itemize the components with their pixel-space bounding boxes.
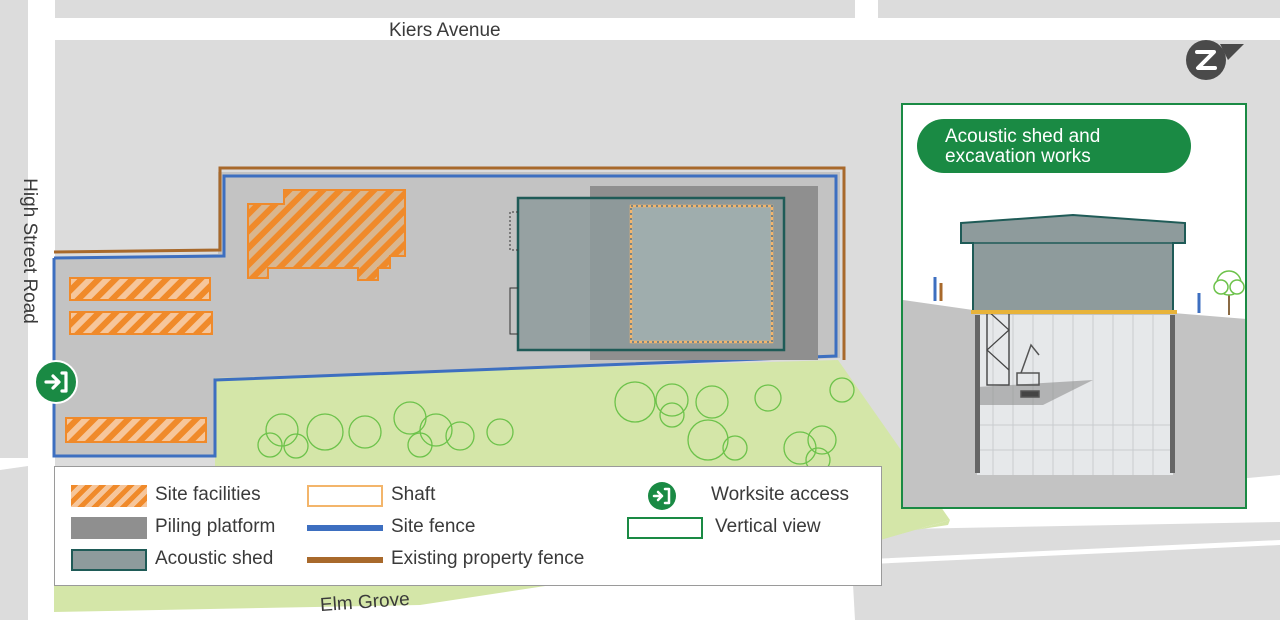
map-legend: Site facilities Piling platform Acoustic…	[54, 466, 882, 586]
legend-label: Worksite access	[711, 484, 849, 505]
worksite-access-icon	[648, 482, 676, 510]
shed-base-beam	[971, 310, 1177, 314]
legend-swatch-shaft	[307, 485, 383, 507]
acoustic-shed-section	[960, 213, 1186, 312]
site-map: Kiers Avenue High Street Road Elm Grove …	[0, 0, 1280, 620]
section-drawing	[903, 213, 1245, 507]
shaft-wall-left	[975, 315, 980, 473]
legend-label: Shaft	[391, 484, 436, 505]
shaft	[629, 204, 774, 344]
legend-label: Existing property fence	[391, 548, 585, 569]
legend-label: Piling platform	[155, 516, 276, 537]
legend-swatch-vertical-view	[627, 517, 703, 539]
legend-label: Site fence	[391, 516, 476, 537]
facility-3	[65, 417, 207, 443]
south-block	[850, 522, 1280, 620]
facility-building	[247, 189, 406, 281]
facility-1	[69, 277, 211, 301]
north-block-left	[55, 0, 855, 18]
legend-swatch-hatch	[71, 485, 147, 507]
legend-label: Acoustic shed	[155, 548, 274, 569]
shaft-wall-right	[1170, 315, 1175, 473]
street-label-north: Kiers Avenue	[389, 20, 501, 41]
legend-swatch-shed	[71, 549, 147, 571]
legend-label: Site facilities	[155, 484, 261, 505]
legend-swatch-piling	[71, 517, 147, 539]
street-label-west: High Street Road	[18, 178, 40, 324]
legend-swatch-property-fence	[307, 557, 383, 563]
tree-icon	[1213, 270, 1245, 315]
facility-2	[69, 311, 213, 335]
legend-label: Vertical view	[715, 516, 821, 537]
vertical-view-panel: Acoustic shed and excavation works	[901, 103, 1247, 509]
north-block-right	[878, 0, 1280, 18]
worksite-access-icon	[34, 360, 78, 404]
southwest-block	[0, 466, 28, 620]
legend-swatch-site-fence	[307, 525, 383, 531]
